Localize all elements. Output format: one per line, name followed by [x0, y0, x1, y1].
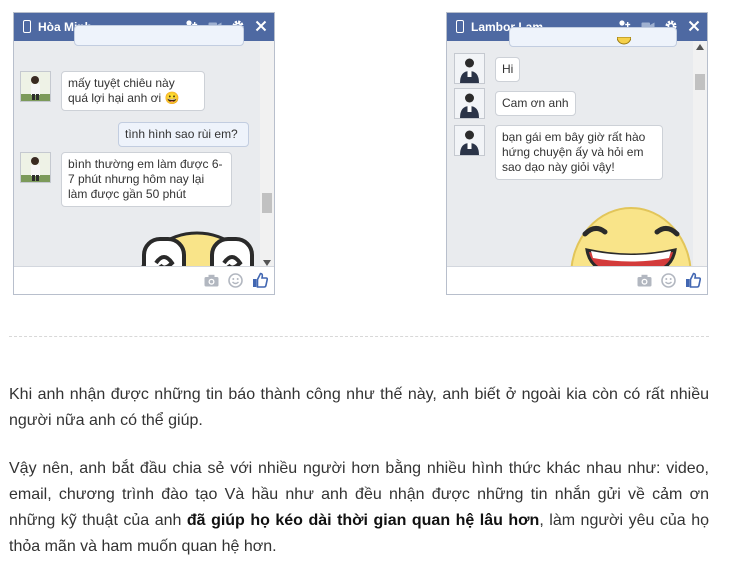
- dashed-divider: [9, 336, 709, 337]
- message-text: Cam ơn anh: [502, 96, 569, 110]
- message-sent: tình hình sao rùi em?: [118, 122, 249, 147]
- article-paragraph-1: Khi anh nhận được những tin báo thành cô…: [9, 386, 709, 429]
- avatar: [454, 53, 485, 84]
- message-list[interactable]: Hi Cam ơn anh bạn gái em bây giờ rất hào…: [447, 27, 707, 269]
- sticker-image: [570, 207, 692, 269]
- camera-icon[interactable]: [637, 274, 652, 287]
- mobile-phone-icon: [456, 20, 464, 33]
- mobile-phone-icon: [23, 20, 31, 33]
- message-text: bình thường em làm được 6-7 phút nhưng h…: [68, 157, 223, 201]
- message-received: Cam ơn anh: [495, 91, 576, 116]
- thumbs-up-icon[interactable]: [252, 272, 268, 288]
- message-received: bạn gái em bây giờ rất hào hứng chuyện ấ…: [495, 125, 663, 180]
- message-received: mấy tuyệt chiêu này quá lợi hại anh ơi 😀: [61, 71, 205, 111]
- message-received: bình thường em làm được 6-7 phút nhưng h…: [61, 152, 232, 207]
- message-bubble-partial: [74, 25, 244, 46]
- message-received: Hi: [495, 57, 520, 82]
- chat-composer[interactable]: [14, 266, 274, 294]
- avatar: [454, 88, 485, 119]
- message-bubble-partial: [509, 27, 677, 47]
- scrollbar[interactable]: [693, 41, 707, 269]
- message-text: bạn gái em bây giờ rất hào hứng chuyện ấ…: [502, 130, 646, 174]
- highlighted-text: đã giúp họ kéo dài thời gian quan hệ lâu…: [186, 512, 540, 529]
- close-icon[interactable]: [254, 19, 268, 33]
- close-icon[interactable]: [687, 19, 701, 33]
- avatar: [20, 152, 51, 183]
- message-text: mấy tuyệt chiêu này quá lợi hại anh ơi 😀: [68, 76, 180, 105]
- avatar: [20, 71, 51, 102]
- chat-window-lambor-lam: Lambor Lam Hi Cam ơn anh bạn gái em bây …: [446, 12, 708, 295]
- message-list[interactable]: mấy tuyệt chiêu này quá lợi hại anh ơi 😀…: [14, 25, 274, 283]
- chat-window-hoa-minh: Hòa Minh mấy tuyệt chiêu này quá lợi hại…: [13, 12, 275, 295]
- article-paragraph-2: Vậy nên, anh bắt đầu chia sẻ với nhiều n…: [9, 456, 709, 560]
- scrollbar[interactable]: [260, 41, 274, 269]
- message-text: Hi: [502, 62, 514, 76]
- thumbs-up-icon[interactable]: [685, 272, 701, 288]
- scrollbar-thumb[interactable]: [695, 74, 705, 90]
- chat-composer[interactable]: [447, 266, 707, 294]
- sticker-icon[interactable]: [661, 273, 676, 288]
- avatar: [454, 125, 485, 156]
- scroll-up-icon[interactable]: [696, 44, 704, 50]
- sticker-icon[interactable]: [228, 273, 243, 288]
- message-text: tình hình sao rùi em?: [125, 127, 238, 141]
- camera-icon[interactable]: [204, 274, 219, 287]
- emoji-icon: [617, 37, 631, 45]
- scrollbar-thumb[interactable]: [262, 193, 272, 213]
